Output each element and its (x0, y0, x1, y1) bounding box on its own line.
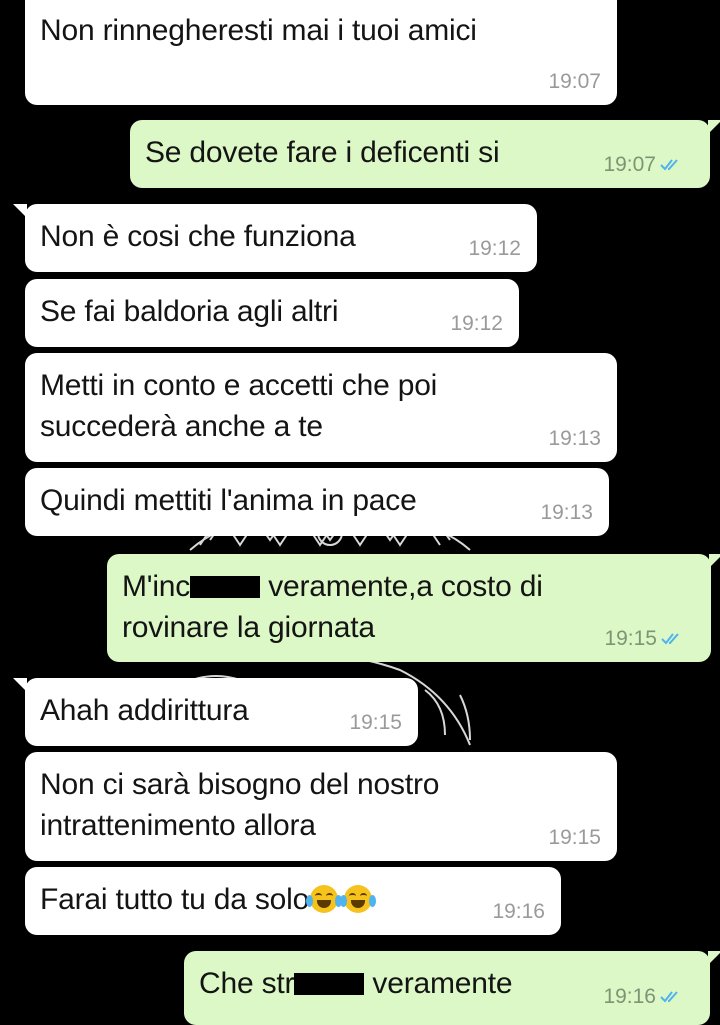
message-time: 19:15 (349, 711, 402, 734)
message-meta: 19:15 (604, 627, 683, 651)
message-text: Che str veramente (199, 965, 513, 1002)
message-text-line-1: Non ci sarà bisogno del nostro (40, 768, 440, 801)
message-meta: 19:12 (450, 312, 503, 336)
message-text-part: M'inc (122, 570, 191, 603)
message-time: 19:16 (492, 900, 545, 923)
message-meta: 19:15 (548, 826, 601, 850)
message-text-line-2: intrattenimento allora (40, 809, 316, 842)
face-with-tears-of-joy-icon (306, 885, 343, 913)
message-bubble-outgoing[interactable]: Se dovete fare i deficenti si 19:07 (130, 120, 720, 188)
message-time: 19:07 (603, 153, 656, 176)
message-time: 19:07 (548, 70, 601, 93)
message-bubble-incoming[interactable]: Metti in conto e accetti che poi succede… (25, 353, 617, 462)
message-meta: 19:12 (468, 237, 521, 261)
double-check-read-icon (660, 159, 678, 171)
message-bubble-outgoing[interactable]: Che str veramente 19:16 (184, 951, 720, 1025)
message-time: 19:15 (548, 826, 601, 849)
message-bubble-incoming[interactable]: Ahah addirittura 19:15 (13, 678, 418, 746)
message-text: Non è cosi che funziona (40, 220, 356, 253)
face-with-tears-of-joy-icon (340, 885, 377, 913)
message-meta: 19:16 (603, 985, 682, 1009)
bubble-tail (709, 554, 720, 568)
message-text-part: Che str (199, 967, 295, 1000)
message-text-part: veramente,a costo di (260, 570, 543, 603)
message-bubble-incoming[interactable]: Non ci sarà bisogno del nostro intratten… (25, 752, 617, 861)
message-meta: 19:07 (548, 70, 601, 94)
message-meta: 19:16 (492, 900, 545, 924)
message-meta: 19:13 (548, 427, 601, 451)
message-bubble-incoming[interactable]: Quindi mettiti l'anima in pace 19:13 (25, 468, 609, 536)
message-text: Se fai baldoria agli altri (40, 295, 339, 328)
message-text: Quindi mettiti l'anima in pace (40, 484, 417, 517)
message-text-line-2: succederà anche a te (40, 410, 323, 443)
redaction-bar (190, 576, 261, 598)
message-bubble-outgoing[interactable]: M'inc veramente,a costo di rovinare la g… (107, 554, 720, 662)
message-text-line-1: Metti in conto e accetti che poi (40, 369, 438, 402)
message-time: 19:16 (603, 985, 656, 1008)
message-bubble-incoming[interactable]: Farai tutto tu da solo 19:16 (25, 867, 561, 935)
message-text-part: veramente (364, 967, 513, 1000)
message-time: 19:12 (468, 237, 521, 260)
bubble-tail (708, 951, 720, 965)
double-check-read-icon (660, 991, 678, 1003)
message-bubble-incoming[interactable]: Non è cosi che funziona 19:12 (13, 204, 537, 272)
message-time: 19:13 (548, 427, 601, 450)
bubble-tail (13, 204, 27, 218)
message-meta: 19:13 (540, 501, 593, 525)
message-text-part: Farai tutto tu da solo (40, 883, 310, 916)
message-time: 19:13 (540, 501, 593, 524)
message-text-line-1: M'inc veramente,a costo di (122, 568, 543, 605)
message-bubble-incoming[interactable]: Se fai baldoria agli altri 19:12 (25, 279, 519, 347)
message-time: 19:12 (450, 312, 503, 335)
message-text-line-2: rovinare la giornata (122, 611, 375, 644)
bubble-tail (708, 120, 720, 134)
redaction-bar (294, 973, 365, 995)
message-time: 19:15 (604, 627, 657, 650)
message-meta: 19:07 (603, 153, 682, 177)
message-text: Ahah addirittura (40, 694, 249, 727)
message-text: Se dovete fare i deficenti si (145, 136, 500, 169)
message-text: Non rinnegheresti mai i tuoi amici (40, 14, 477, 47)
message-text: Farai tutto tu da solo (40, 881, 377, 918)
double-check-read-icon (661, 633, 679, 645)
bubble-tail (13, 678, 27, 692)
message-bubble-incoming[interactable]: Non rinnegheresti mai i tuoi amici 19:07 (25, 0, 617, 105)
message-meta: 19:15 (349, 711, 402, 735)
